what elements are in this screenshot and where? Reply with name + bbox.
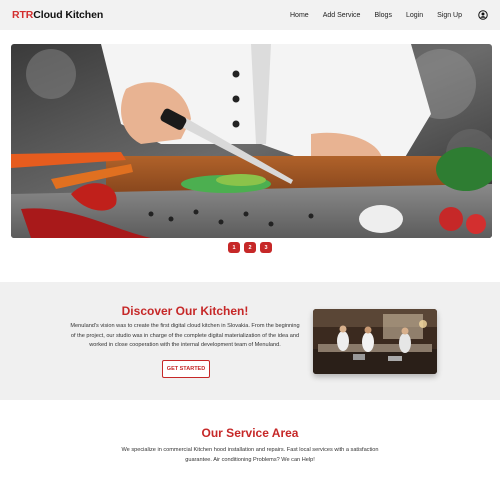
discover-text-block: Discover Our Kitchen! Menuland's vision … [70,304,300,351]
service-area-section: Our Service Area We specialize in commer… [0,426,500,465]
service-title: Our Service Area [201,426,299,440]
carousel-pagination: 1 2 3 [0,242,500,253]
kitchen-photo [313,309,437,374]
discover-section: Discover Our Kitchen! Menuland's vision … [0,282,500,400]
get-started-button[interactable]: GET STARTED [162,360,210,378]
discover-title: Discover Our Kitchen! [121,304,249,318]
user-circle-icon[interactable] [478,10,488,20]
nav-home[interactable]: Home [290,12,309,19]
brand-logo[interactable]: RTRCloud Kitchen [12,9,103,21]
brand-part-rtr: RTR [12,9,34,21]
nav-login[interactable]: Login [406,12,423,19]
carousel-page-2[interactable]: 2 [244,242,256,253]
discover-description: Menuland's vision was to create the firs… [70,323,300,349]
nav-blogs[interactable]: Blogs [374,12,392,19]
navbar: RTRCloud Kitchen Home Add Service Blogs … [0,0,500,30]
nav-links: Home Add Service Blogs Login Sign Up [290,10,488,20]
brand-part-name: Cloud Kitchen [33,9,104,21]
service-description: We specialize in commercial Kitchen hood… [121,447,379,463]
nav-sign-up[interactable]: Sign Up [437,12,462,19]
carousel-page-1[interactable]: 1 [228,242,240,253]
hero-carousel-image [11,44,492,238]
carousel-page-3[interactable]: 3 [260,242,272,253]
nav-add-service[interactable]: Add Service [323,12,361,19]
